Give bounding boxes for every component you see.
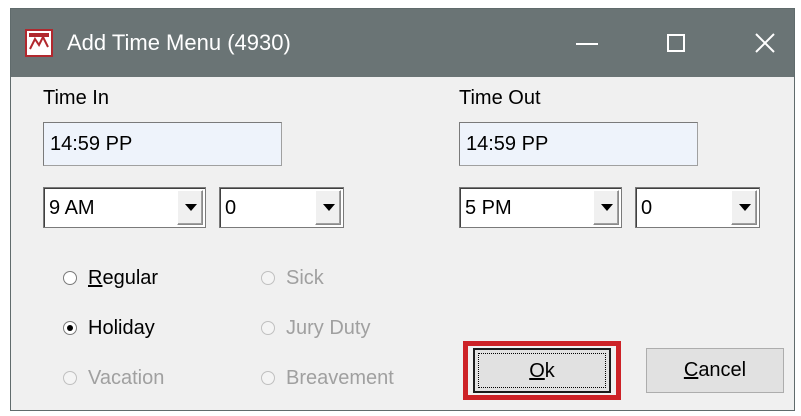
radio-sick: Sick — [261, 264, 431, 292]
maximize-button[interactable] — [647, 17, 709, 67]
cancel-label-rest: ancel — [698, 359, 747, 381]
time-out-hour-value: 5 PM — [465, 197, 512, 219]
radio-vacation-label: Vacation — [88, 367, 165, 389]
minimize-button[interactable] — [556, 17, 618, 67]
time-out-hour-select[interactable]: 5 PM — [459, 187, 622, 228]
cancel-accelerator: C — [683, 359, 699, 381]
dropdown-button[interactable] — [731, 190, 757, 225]
label-rest: egular — [102, 267, 159, 289]
radio-selected-dot — [67, 325, 73, 331]
close-icon — [755, 33, 775, 53]
chevron-down-icon — [739, 204, 751, 211]
radio-button-icon — [261, 371, 275, 385]
radio-holiday-label: Holiday — [88, 317, 155, 339]
chevron-down-icon — [185, 204, 197, 211]
radio-button-icon — [261, 271, 275, 285]
radio-button-icon — [261, 321, 275, 335]
radio-holiday[interactable]: Holiday — [63, 314, 203, 342]
time-out-minute-select[interactable]: 0 — [635, 187, 760, 228]
window-title: Add Time Menu (4930) — [67, 30, 291, 55]
app-logo-icon — [25, 29, 53, 57]
minimize-icon — [576, 43, 598, 45]
maximize-icon — [667, 34, 685, 52]
ok-button[interactable]: Ok — [473, 348, 611, 393]
radio-sick-label: Sick — [286, 267, 324, 289]
radio-breavement: Breavement — [261, 364, 431, 392]
radio-jury-duty: Jury Duty — [261, 314, 431, 342]
radio-vacation: Vacation — [63, 364, 203, 392]
radio-regular-label: Regular — [88, 264, 158, 292]
close-button[interactable] — [734, 17, 796, 67]
time-in-hour-select[interactable]: 9 AM — [43, 187, 206, 228]
time-in-hour-value: 9 AM — [49, 197, 95, 219]
time-in-field[interactable]: 14:59 PP — [43, 122, 282, 166]
dropdown-button[interactable] — [593, 190, 619, 225]
time-in-label: Time In — [43, 87, 109, 109]
time-out-label: Time Out — [459, 87, 541, 109]
dropdown-button[interactable] — [315, 190, 341, 225]
time-in-minute-select[interactable]: 0 — [219, 187, 344, 228]
cancel-button[interactable]: Cancel — [646, 348, 784, 393]
radio-button-icon — [63, 321, 77, 335]
radio-button-icon — [63, 271, 77, 285]
accelerator-key: R — [88, 267, 103, 289]
time-in-minute-value: 0 — [225, 197, 237, 219]
title-bar[interactable]: Add Time Menu (4930) — [11, 9, 794, 77]
dropdown-button[interactable] — [177, 190, 203, 225]
radio-regular[interactable]: Regular — [63, 264, 203, 292]
chevron-down-icon — [601, 204, 613, 211]
add-time-dialog: Add Time Menu (4930) Time In 14:59 PP 9 … — [10, 8, 795, 411]
time-out-field[interactable]: 14:59 PP — [459, 122, 698, 166]
radio-breavement-label: Breavement — [286, 367, 394, 389]
radio-button-icon — [63, 371, 77, 385]
chevron-down-icon — [323, 204, 335, 211]
radio-jury-duty-label: Jury Duty — [286, 317, 371, 339]
time-out-minute-value: 0 — [641, 197, 653, 219]
focus-rectangle — [478, 353, 606, 388]
